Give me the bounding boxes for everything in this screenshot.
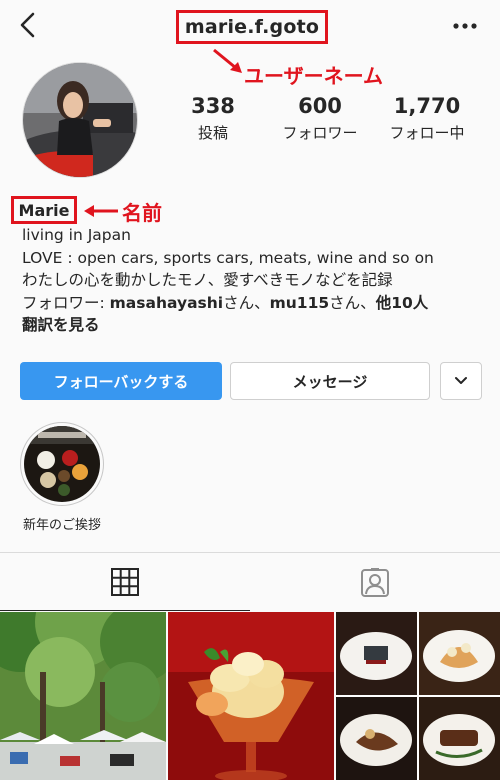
followed-by-user[interactable]: mu115 xyxy=(270,294,330,312)
chevron-down-icon xyxy=(455,377,467,384)
bio-line-location: living in Japan xyxy=(22,226,131,244)
highlight-label: 新年のご挨拶 xyxy=(22,518,101,533)
stat-posts[interactable]: 338 投稿 xyxy=(158,94,268,143)
tagged-person-icon xyxy=(361,568,389,597)
profile-bio: living in Japan LOVE : open cars, sports… xyxy=(22,224,492,337)
profile-avatar[interactable] xyxy=(22,62,138,178)
tab-grid-posts[interactable] xyxy=(0,553,250,611)
followers-label: フォロワー xyxy=(282,124,358,142)
posts-label: 投稿 xyxy=(197,124,228,142)
see-translation-link[interactable]: 翻訳を見る xyxy=(22,314,492,337)
follow-back-button[interactable]: フォローバックする xyxy=(20,362,222,400)
followed-by-san: さん、 xyxy=(329,293,376,312)
bio-line-japanese: わたしの心を動かしたモノ、愛すべきモノなどを記録 xyxy=(22,271,393,289)
followed-by-others[interactable]: 他10人 xyxy=(376,294,429,312)
stat-followers[interactable]: 600 フォロワー xyxy=(265,94,375,143)
stat-following[interactable]: 1,770 フォロー中 xyxy=(372,94,482,143)
bio-line-love: LOVE : open cars, sports cars, meats, wi… xyxy=(22,248,434,267)
username-highlight-box: marie.f.goto xyxy=(176,10,328,44)
posts-count: 338 xyxy=(191,94,235,118)
followers-count: 600 xyxy=(298,94,342,118)
following-count: 1,770 xyxy=(393,94,461,118)
username-annotation-arrow-icon xyxy=(213,48,242,73)
display-name-highlight-box: Marie xyxy=(11,196,77,224)
tab-tagged-posts[interactable] xyxy=(250,553,500,611)
followed-by-prefix: フォロワー: xyxy=(22,293,110,312)
followed-by[interactable]: フォロワー: masahayashiさん、mu115さん、他10人 xyxy=(22,292,492,315)
post-thumbnail[interactable] xyxy=(168,612,334,780)
highlight-cover-image xyxy=(24,426,100,502)
suggestions-dropdown-button[interactable] xyxy=(440,362,482,400)
display-name: Marie xyxy=(18,200,70,220)
more-options-icon[interactable] xyxy=(450,16,480,36)
message-button[interactable]: メッセージ xyxy=(230,362,430,400)
name-annotation-arrow-icon xyxy=(84,205,118,217)
back-arrow-icon[interactable] xyxy=(14,10,42,40)
following-label: フォロー中 xyxy=(389,124,465,142)
grid-icon xyxy=(111,567,139,596)
top-bar: marie.f.goto xyxy=(0,0,500,56)
post-thumbnail[interactable] xyxy=(336,612,500,780)
name-annotation: 名前 xyxy=(122,201,162,225)
profile-username: marie.f.goto xyxy=(184,16,320,38)
followed-by-user[interactable]: masahayashi xyxy=(110,294,223,312)
username-annotation: ユーザーネーム xyxy=(244,64,383,88)
post-thumbnail[interactable] xyxy=(0,612,166,780)
followed-by-san: さん、 xyxy=(223,293,270,312)
story-highlight[interactable] xyxy=(20,422,104,506)
